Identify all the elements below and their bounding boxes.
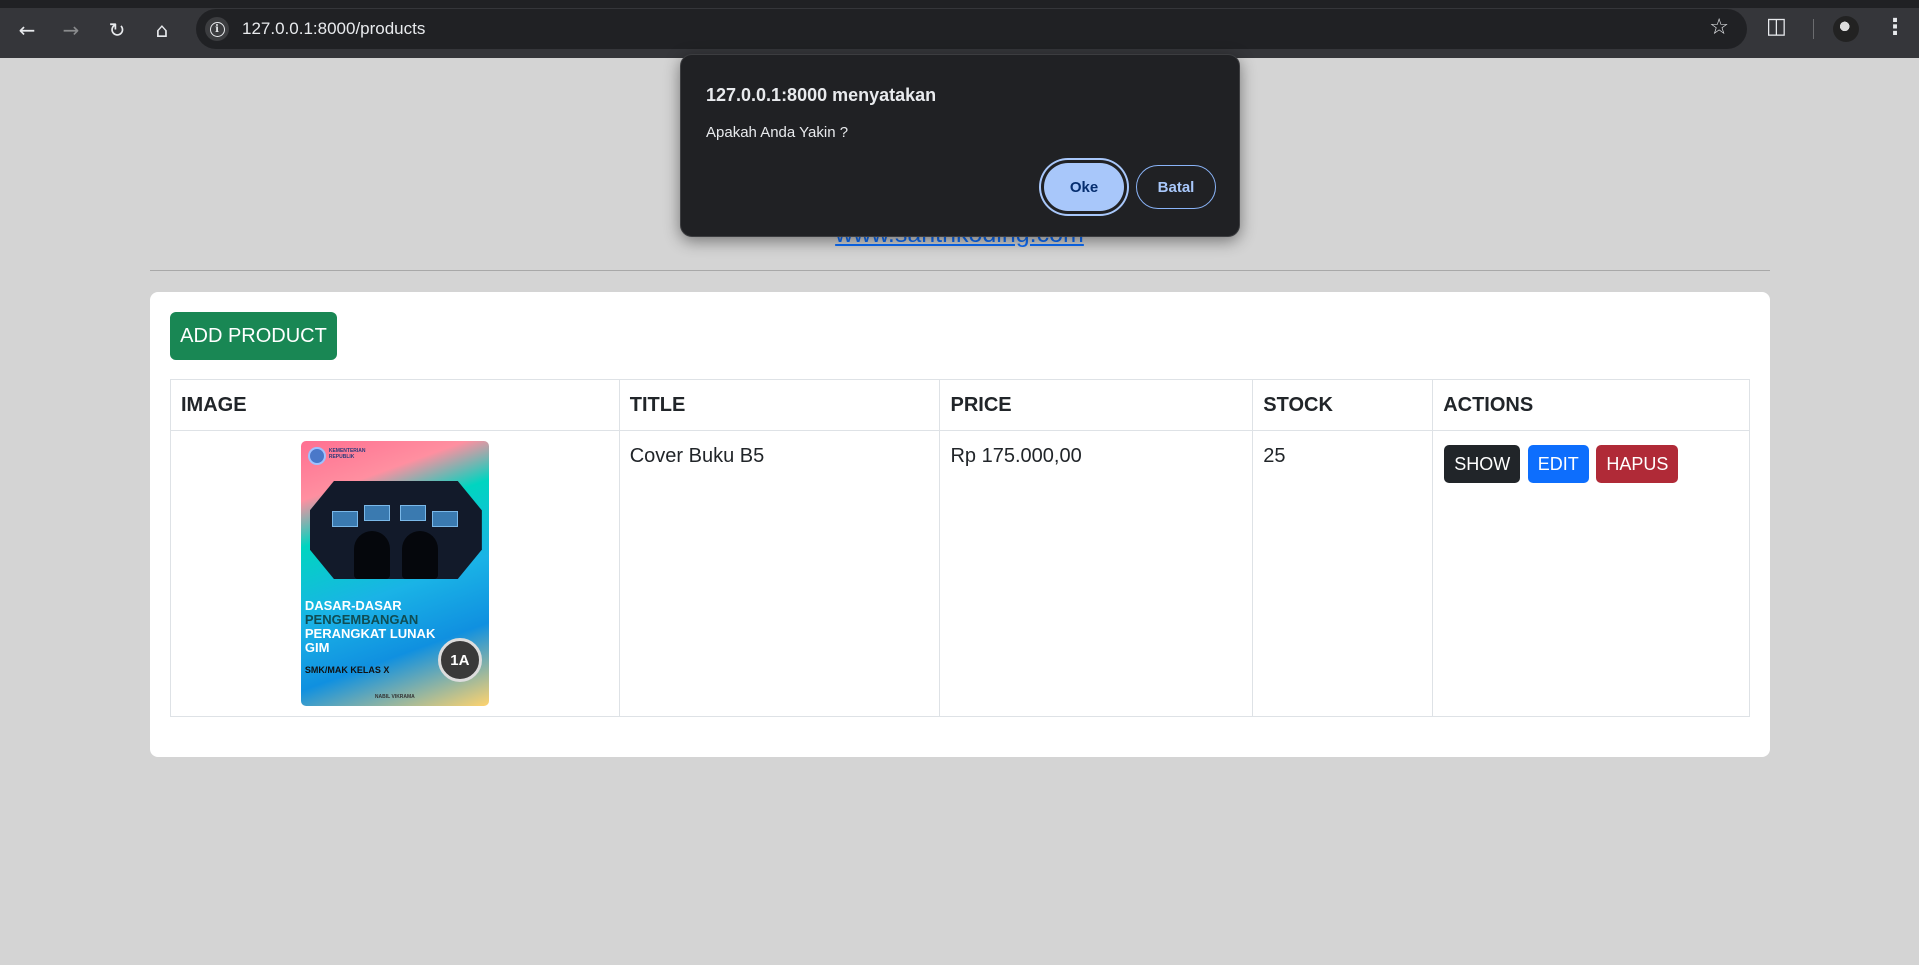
publisher-logo-icon: [307, 447, 326, 465]
products-table: IMAGE TITLE PRICE STOCK ACTIONS KEMENTER…: [170, 379, 1750, 717]
reload-icon[interactable]: ↻: [102, 15, 132, 45]
address-bar[interactable]: i 127.0.0.1:8000/products ☆: [196, 9, 1747, 49]
tab-strip: [0, 0, 1919, 8]
product-image-cell: KEMENTERIAN REPUBLIK DASAR-DASAR PENGEMB…: [170, 430, 620, 717]
site-info-icon[interactable]: i: [205, 17, 229, 41]
confirm-dialog: 127.0.0.1:8000 menyatakan Apakah Anda Ya…: [680, 54, 1240, 237]
add-product-button[interactable]: ADD PRODUCT: [170, 312, 337, 360]
forward-icon[interactable]: →: [56, 15, 86, 45]
product-title: Cover Buku B5: [618, 430, 941, 717]
show-button[interactable]: SHOW: [1444, 445, 1521, 483]
header-title: TITLE: [618, 379, 941, 431]
product-actions-cell: SHOW EDIT HAPUS: [1432, 430, 1750, 717]
header-image: IMAGE: [170, 379, 620, 431]
profile-avatar[interactable]: [1833, 16, 1859, 42]
cover-badge: 1A: [437, 638, 482, 682]
product-stock: 25: [1252, 430, 1434, 717]
bookmark-star-icon[interactable]: ☆: [1709, 15, 1729, 40]
back-icon[interactable]: ←: [12, 15, 42, 45]
table-header-row: IMAGE TITLE PRICE STOCK ACTIONS: [170, 379, 1750, 431]
cover-author: NABIL VIKRAMA: [374, 694, 415, 700]
table-row: KEMENTERIAN REPUBLIK DASAR-DASAR PENGEMB…: [170, 430, 1750, 717]
cover-photo: [309, 481, 482, 579]
header-stock: STOCK: [1252, 379, 1434, 431]
divider: [150, 270, 1770, 271]
header-price: PRICE: [939, 379, 1254, 431]
dialog-title: 127.0.0.1:8000 menyatakan: [706, 85, 937, 105]
browser-toolbar: ← → ↻ ⌂ i 127.0.0.1:8000/products ☆ ◫ ⋮: [0, 0, 1919, 58]
product-price: Rp 175.000,00: [939, 430, 1254, 717]
product-cover-image: KEMENTERIAN REPUBLIK DASAR-DASAR PENGEMB…: [300, 441, 489, 706]
cancel-button[interactable]: Batal: [1136, 165, 1216, 209]
more-vert-icon[interactable]: ⋮: [1884, 15, 1906, 40]
ok-button[interactable]: Oke: [1044, 163, 1124, 211]
delete-button[interactable]: HAPUS: [1596, 445, 1679, 483]
toolbar-divider: [1813, 19, 1814, 39]
cover-subtitle: SMK/MAK KELAS X: [304, 665, 390, 675]
header-actions: ACTIONS: [1432, 379, 1750, 431]
edit-button[interactable]: EDIT: [1527, 445, 1589, 483]
url-text[interactable]: 127.0.0.1:8000/products: [242, 19, 425, 39]
publisher-text: KEMENTERIAN REPUBLIK: [328, 448, 366, 460]
cover-title: DASAR-DASAR PENGEMBANGAN PERANGKAT LUNAK…: [304, 598, 436, 655]
extensions-puzzle-icon[interactable]: ◫: [1766, 14, 1787, 39]
home-icon[interactable]: ⌂: [147, 15, 177, 45]
products-card: ADD PRODUCT IMAGE TITLE PRICE STOCK ACTI…: [150, 292, 1770, 757]
dialog-message: Apakah Anda Yakin ?: [706, 124, 849, 141]
